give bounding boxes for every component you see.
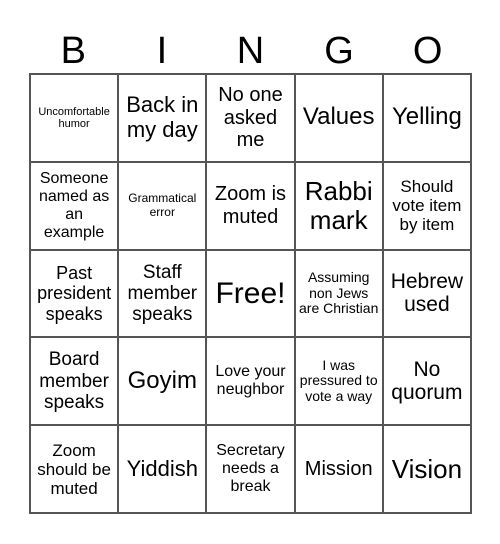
- bingo-cell[interactable]: Goyim: [118, 337, 207, 426]
- bingo-cell[interactable]: Board member speaks: [30, 337, 119, 426]
- bingo-card-grid: Uncomfortable humor Back in my day No on…: [29, 73, 472, 514]
- bingo-cell[interactable]: Past president speaks: [30, 249, 119, 338]
- bingo-cell[interactable]: Hebrew used: [382, 249, 471, 338]
- bingo-cell[interactable]: Mission: [294, 425, 383, 513]
- bingo-cell[interactable]: Zoom should be muted: [30, 425, 119, 513]
- bingo-cell[interactable]: Values: [294, 74, 383, 162]
- bingo-cell[interactable]: Secretary needs a break: [206, 425, 295, 513]
- bingo-cell[interactable]: Should vote item by item: [382, 161, 471, 250]
- bingo-cell[interactable]: Vision: [382, 425, 471, 513]
- bingo-cell[interactable]: I was pressured to vote a way: [294, 337, 383, 426]
- header-letter-i: I: [156, 30, 168, 72]
- header-letter-g: G: [324, 30, 354, 72]
- header-letter-o: O: [412, 30, 443, 72]
- bingo-cell[interactable]: Rabbi mark: [294, 161, 383, 250]
- bingo-cell[interactable]: Assuming non Jews are Christian: [294, 249, 383, 338]
- bingo-cell[interactable]: Yelling: [382, 74, 471, 162]
- header-letter-b: B: [60, 30, 86, 72]
- bingo-cell[interactable]: Love your neughbor: [206, 337, 295, 426]
- bingo-cell[interactable]: No quorum: [382, 337, 471, 426]
- free-space-cell[interactable]: Free!: [206, 249, 295, 338]
- bingo-cell[interactable]: Back in my day: [118, 74, 207, 162]
- bingo-cell[interactable]: Yiddish: [118, 425, 207, 513]
- bingo-cell[interactable]: Someone named as an example: [30, 161, 119, 250]
- bingo-cell[interactable]: No one asked me: [206, 74, 295, 162]
- bingo-cell[interactable]: Staff member speaks: [118, 249, 207, 338]
- bingo-cell[interactable]: Zoom is muted: [206, 161, 295, 250]
- bingo-cell[interactable]: Grammatical error: [118, 161, 207, 250]
- bingo-cell[interactable]: Uncomfortable humor: [30, 74, 119, 162]
- bingo-header: B I N G O: [29, 30, 472, 72]
- header-letter-n: N: [236, 30, 265, 72]
